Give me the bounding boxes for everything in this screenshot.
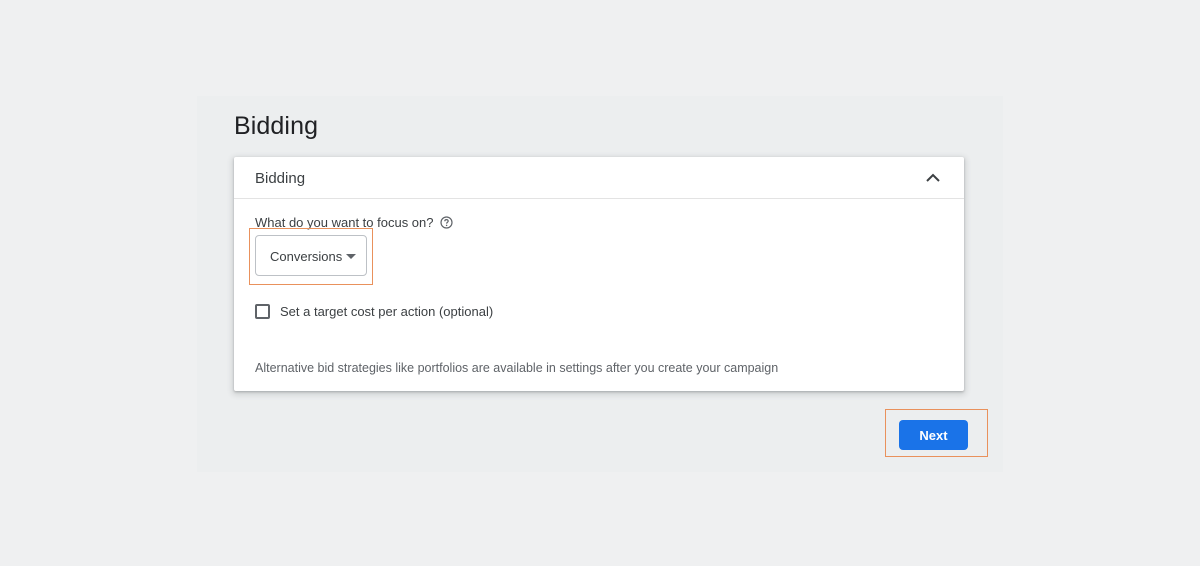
- chevron-up-icon[interactable]: [922, 167, 944, 189]
- card-header[interactable]: Bidding: [234, 157, 964, 199]
- help-circle-icon[interactable]: [439, 216, 453, 229]
- caret-down-icon: [346, 254, 356, 259]
- next-button[interactable]: Next: [899, 420, 968, 450]
- page-title: Bidding: [234, 112, 319, 140]
- target-cpa-label[interactable]: Set a target cost per action (optional): [280, 304, 493, 319]
- focus-select-value: Conversions: [270, 249, 343, 264]
- card-title: Bidding: [255, 170, 306, 187]
- target-cpa-checkbox[interactable]: [255, 304, 270, 319]
- focus-select[interactable]: Conversions: [255, 235, 367, 276]
- bid-strategy-footnote: Alternative bid strategies like portfoli…: [255, 361, 779, 375]
- bidding-card: Bidding What do you want to focus on? Co…: [234, 157, 964, 391]
